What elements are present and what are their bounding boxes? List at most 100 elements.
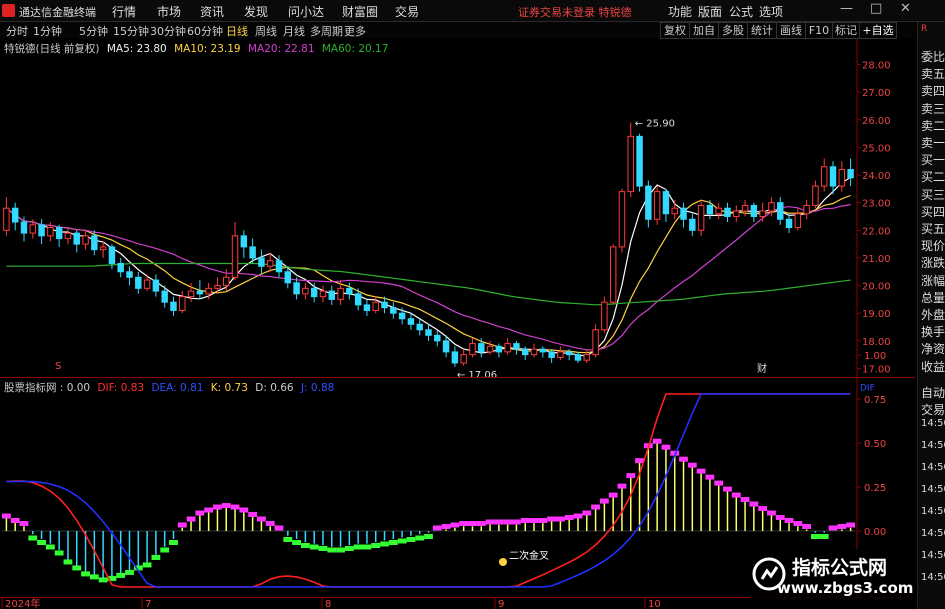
price-tick-label: 28.00 — [862, 61, 891, 72]
menu-function[interactable]: 功能 — [668, 3, 692, 20]
cross-label: 二次金叉 — [509, 549, 549, 562]
statistics-button[interactable]: 统计 — [747, 22, 777, 39]
kd-marker — [318, 545, 328, 551]
candle-body — [653, 191, 661, 220]
menu-formula[interactable]: 公式 — [729, 3, 753, 20]
candle-body — [117, 262, 124, 273]
main-legend: 特锐德(日线 前复权) MA5: 23.80 MA10: 23.19 MA20:… — [4, 41, 388, 56]
add-watchlist-button[interactable]: +自选 — [859, 22, 897, 39]
candle-body — [223, 276, 230, 287]
sidebar-field-7: 买二 — [921, 170, 945, 185]
sidebar-tick-2: 14:50 — [921, 418, 945, 429]
time-tick-label: 9 — [498, 599, 504, 609]
candle-body — [724, 207, 731, 217]
sidebar-tick-8: 14:50 — [921, 550, 945, 561]
menu-quotes[interactable]: 行情 — [112, 3, 136, 20]
menu-layout[interactable]: 版面 — [698, 3, 722, 20]
kd-marker — [160, 547, 170, 553]
period-60min[interactable]: 60分钟 — [187, 23, 223, 39]
adjust-button[interactable]: 复权 — [660, 22, 690, 39]
candle-body — [689, 218, 696, 231]
kd-marker — [450, 522, 460, 528]
minimize-icon[interactable]: — — [840, 1, 853, 16]
kd-marker — [292, 540, 301, 545]
candle-body — [38, 224, 45, 237]
panel-separator — [0, 377, 915, 378]
candle-body — [820, 166, 828, 187]
multi-stock-button[interactable]: 多股 — [718, 22, 748, 39]
f10-button[interactable]: F10 — [805, 22, 833, 39]
kd-marker — [19, 520, 29, 526]
sidebar-tick-1[interactable]: 交易 — [921, 401, 945, 418]
candle-body — [47, 227, 54, 237]
period-15min[interactable]: 15分钟 — [113, 23, 149, 39]
candle-body — [697, 204, 705, 231]
add-self-button[interactable]: 加自 — [689, 22, 719, 39]
kd-marker — [573, 513, 583, 519]
kd-marker — [582, 510, 592, 516]
menu-options[interactable]: 选项 — [759, 3, 783, 20]
menu-discover[interactable]: 发现 — [244, 3, 268, 20]
period-30min[interactable]: 30分钟 — [150, 23, 186, 39]
kd-marker — [283, 537, 293, 543]
candle-body — [337, 287, 344, 300]
sidebar-field-13: 涨幅 — [921, 273, 945, 288]
period-intraday[interactable]: 分时 — [6, 23, 28, 39]
login-warning[interactable]: 证券交易未登录 特锐德 — [518, 4, 632, 20]
candle-body — [108, 246, 116, 264]
price-tick-label: 23.00 — [862, 199, 891, 210]
candle-body — [398, 312, 406, 320]
period-1min[interactable]: 1分钟 — [33, 23, 62, 39]
menu-ask[interactable]: 问小达 — [288, 3, 324, 20]
sidebar-tick-3: 14:50 — [921, 440, 945, 451]
kd-marker — [344, 545, 354, 551]
high-price-label: ← 25.90 — [635, 119, 675, 130]
candle-body — [249, 246, 256, 259]
period-daily[interactable]: 日线 — [226, 23, 248, 39]
menu-wealth[interactable]: 财富圈 — [342, 3, 378, 20]
candle-body — [196, 290, 204, 295]
kd-marker — [608, 492, 618, 498]
period-5min[interactable]: 5分钟 — [79, 23, 108, 39]
period-weekly[interactable]: 周线 — [255, 23, 277, 39]
candle-body — [460, 354, 467, 364]
menu-news[interactable]: 资讯 — [200, 3, 224, 20]
sidebar-field-0: 委比 — [921, 50, 945, 64]
sidebar-field-12: 涨跌 — [921, 256, 945, 271]
dea-legend: DEA: 0.81 — [151, 382, 204, 394]
indicator-title[interactable]: 股票指标网 : 0.00 — [4, 382, 90, 394]
candle-body — [733, 210, 740, 217]
candle-body — [143, 279, 151, 289]
sidebar-field-5: 卖一 — [921, 136, 945, 150]
kd-marker — [371, 542, 381, 548]
marker-cai: 财 — [757, 362, 767, 375]
kd-marker — [169, 540, 178, 545]
period-monthly[interactable]: 月线 — [283, 23, 305, 39]
kd-marker — [432, 525, 442, 531]
maximize-icon[interactable]: □ — [870, 1, 882, 16]
period-multi[interactable]: 多周期 — [310, 23, 343, 39]
candle-body — [73, 232, 80, 245]
candle-body — [407, 318, 415, 325]
candle-body — [372, 301, 379, 311]
mark-button[interactable]: 标记 — [832, 22, 860, 39]
candle-body — [3, 207, 10, 231]
sidebar-tick-0[interactable]: 自动 — [921, 384, 945, 401]
candle-body — [319, 290, 327, 298]
kd-marker — [626, 473, 636, 479]
candle-body — [609, 246, 617, 303]
kd-marker — [257, 516, 266, 522]
menu-trade[interactable]: 交易 — [395, 3, 419, 20]
kd-marker — [494, 519, 504, 525]
draw-line-button[interactable]: 画线 — [776, 22, 806, 39]
kline-chart[interactable]: 28.00 27.00 26.00 25.00 24.00 23.00 22.00 21.00… — [0, 39, 915, 609]
stock-title[interactable]: 特锐德(日线 前复权) — [4, 43, 100, 55]
candle-body — [275, 260, 283, 273]
indicator-tick-label: 0.00 — [864, 527, 886, 538]
kd-marker — [661, 444, 671, 450]
menu-market[interactable]: 市场 — [157, 3, 181, 20]
period-more[interactable]: 更多 — [344, 23, 366, 39]
candle-body — [785, 218, 793, 229]
candle-body — [152, 279, 160, 292]
close-icon[interactable]: ✕ — [900, 1, 911, 16]
